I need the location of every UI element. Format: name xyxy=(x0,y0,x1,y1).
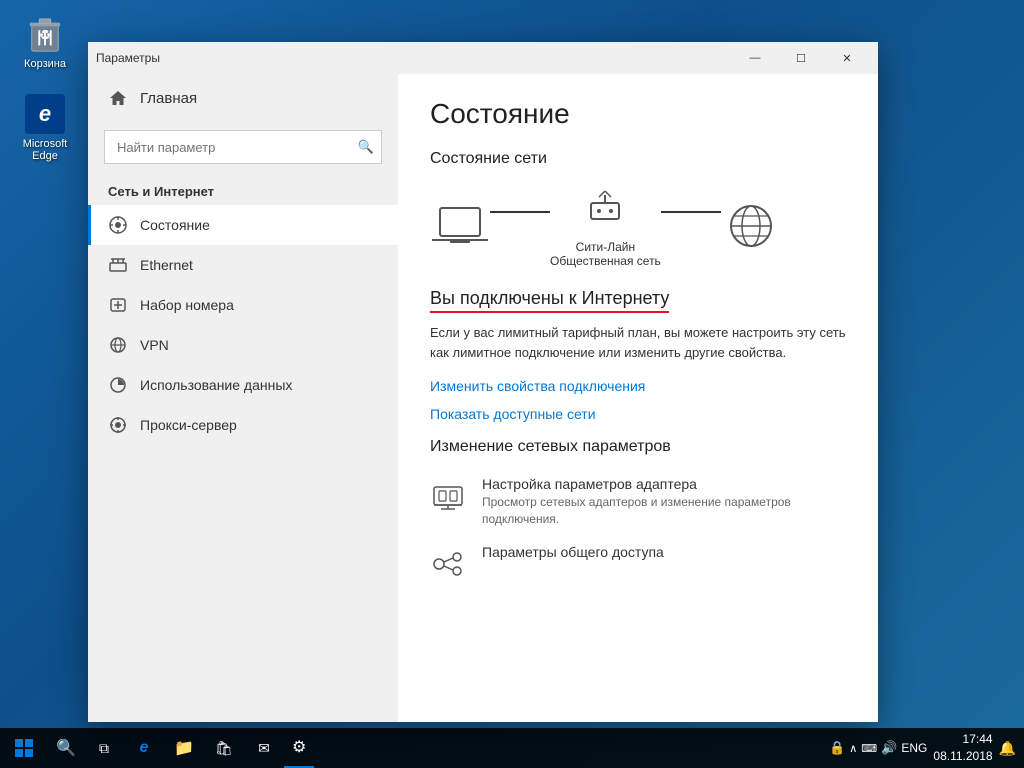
adapter-settings-desc: Просмотр сетевых адаптеров и изменение п… xyxy=(482,494,846,528)
taskbar-settings-icon: ⚙ xyxy=(292,737,306,757)
router-node: Сити-Лайн Общественная сеть xyxy=(550,184,661,268)
sharing-icon xyxy=(430,546,466,582)
taskbar-edge-button[interactable]: e xyxy=(124,728,164,768)
page-title: Состояние xyxy=(430,98,846,130)
taskbar-date-display: 08.11.2018 xyxy=(933,748,992,765)
recycle-bin-icon[interactable]: ♻ Корзина xyxy=(10,10,80,74)
sidebar-home-button[interactable]: Главная xyxy=(88,74,398,122)
sidebar-item-data-usage[interactable]: Использование данных xyxy=(88,365,398,405)
sidebar-item-proxy-label: Прокси-сервер xyxy=(140,417,237,433)
taskbar-clock[interactable]: 17:44 08.11.2018 xyxy=(933,731,992,765)
task-view-icon: ⧉ xyxy=(99,740,109,757)
taskbar-system-icons: 🔒 ∧ ⌨ 🔊 ENG xyxy=(829,740,927,756)
settings-window: Параметры — ☐ ✕ Главная xyxy=(88,42,878,722)
taskbar-time-display: 17:44 xyxy=(933,731,992,748)
connected-heading: Вы подключены к Интернету xyxy=(430,288,669,313)
taskbar-store-icon: 🛍 xyxy=(215,740,233,757)
taskbar-edge-icon: e xyxy=(140,739,149,757)
desktop: ♻ Корзина e Microsoft Edge Параметры — ☐… xyxy=(0,0,1024,768)
sidebar-item-dialup[interactable]: Набор номера xyxy=(88,285,398,325)
minimize-button[interactable]: — xyxy=(732,42,778,74)
status-icon xyxy=(108,215,128,235)
ethernet-icon xyxy=(108,255,128,275)
taskbar-mail-icon: ✉ xyxy=(258,740,270,757)
taskbar-volume-icon[interactable]: 🔊 xyxy=(881,740,897,756)
search-icon: 🔍 xyxy=(358,139,374,155)
sidebar-item-ethernet-label: Ethernet xyxy=(140,257,193,273)
edge-label-line1: Microsoft Edge xyxy=(14,138,76,162)
sidebar-item-status-label: Состояние xyxy=(140,217,210,233)
taskbar-keyboard-icon[interactable]: ⌨ xyxy=(861,742,877,755)
globe-icon xyxy=(721,201,781,251)
sharing-settings-content: Параметры общего доступа xyxy=(482,544,846,562)
edge-desktop-icon[interactable]: e Microsoft Edge xyxy=(10,90,80,166)
taskbar-network-icon[interactable]: 🔒 xyxy=(829,740,845,756)
adapter-icon xyxy=(430,478,466,514)
taskbar-mail-button[interactable]: ✉ xyxy=(244,728,284,768)
sidebar-section-title: Сеть и Интернет xyxy=(88,176,398,205)
close-button[interactable]: ✕ xyxy=(824,42,870,74)
network-name: Сити-Лайн Общественная сеть xyxy=(550,240,661,268)
link-networks[interactable]: Показать доступные сети xyxy=(430,406,846,422)
taskbar-store-button[interactable]: 🛍 xyxy=(204,728,244,768)
vpn-icon xyxy=(108,335,128,355)
internet-node xyxy=(721,201,781,251)
connected-description: Если у вас лимитный тарифный план, вы мо… xyxy=(430,323,846,362)
network-status-heading: Состояние сети xyxy=(430,150,846,168)
dialup-icon xyxy=(108,295,128,315)
sidebar: Главная 🔍 Сеть и Интернет xyxy=(88,74,398,722)
sharing-settings-item[interactable]: Параметры общего доступа xyxy=(430,536,846,590)
sidebar-item-vpn-label: VPN xyxy=(140,337,169,353)
windows-logo xyxy=(15,739,33,757)
proxy-icon xyxy=(108,415,128,435)
window-controls: — ☐ ✕ xyxy=(732,42,870,74)
taskbar-arrow-icon[interactable]: ∧ xyxy=(849,742,857,755)
recycle-bin-label: Корзина xyxy=(24,58,66,70)
sidebar-item-vpn[interactable]: VPN xyxy=(88,325,398,365)
sidebar-home-label: Главная xyxy=(140,90,197,107)
taskbar-explorer-button[interactable]: 📁 xyxy=(164,728,204,768)
sidebar-item-proxy[interactable]: Прокси-сервер xyxy=(88,405,398,445)
router-icon xyxy=(575,184,635,234)
window-body: Главная 🔍 Сеть и Интернет xyxy=(88,74,878,722)
taskbar: 🔍 ⧉ e 📁 🛍 ✉ ⚙ 🔒 ∧ xyxy=(0,728,1024,768)
sidebar-search-input[interactable] xyxy=(104,130,382,164)
window-titlebar: Параметры — ☐ ✕ xyxy=(88,42,878,74)
sidebar-item-status[interactable]: Состояние xyxy=(88,205,398,245)
content-area: Состояние Состояние сети xyxy=(398,74,878,722)
line1 xyxy=(490,211,550,213)
sidebar-item-dialup-label: Набор номера xyxy=(140,297,234,313)
sidebar-search-container: 🔍 xyxy=(104,130,382,164)
laptop-node xyxy=(430,201,490,251)
svg-text:♻: ♻ xyxy=(39,28,51,43)
line2 xyxy=(661,211,721,213)
notification-icon[interactable]: 🔔 xyxy=(999,740,1016,757)
network-diagram: Сити-Лайн Общественная сеть xyxy=(430,184,846,268)
start-button[interactable] xyxy=(0,728,48,768)
taskbar-explorer-icon: 📁 xyxy=(174,738,194,758)
data-usage-icon xyxy=(108,375,128,395)
adapter-settings-title: Настройка параметров адаптера xyxy=(482,476,846,492)
taskbar-lang-label[interactable]: ENG xyxy=(901,741,927,755)
maximize-button[interactable]: ☐ xyxy=(778,42,824,74)
taskbar-settings-button[interactable]: ⚙ xyxy=(284,728,314,768)
taskbar-search-icon: 🔍 xyxy=(56,738,76,758)
sharing-settings-title: Параметры общего доступа xyxy=(482,544,846,560)
adapter-settings-content: Настройка параметров адаптера Просмотр с… xyxy=(482,476,846,528)
laptop-icon xyxy=(430,201,490,251)
task-view-button[interactable]: ⧉ xyxy=(84,728,124,768)
link-properties[interactable]: Изменить свойства подключения xyxy=(430,378,846,394)
home-icon xyxy=(108,88,128,108)
window-title: Параметры xyxy=(96,51,732,65)
sidebar-item-ethernet[interactable]: Ethernet xyxy=(88,245,398,285)
taskbar-right: 🔒 ∧ ⌨ 🔊 ENG 17:44 08.11.2018 🔔 xyxy=(829,731,1024,765)
sidebar-item-data-usage-label: Использование данных xyxy=(140,377,292,393)
change-settings-heading: Изменение сетевых параметров xyxy=(430,438,846,456)
taskbar-search-button[interactable]: 🔍 xyxy=(48,728,84,768)
adapter-settings-item[interactable]: Настройка параметров адаптера Просмотр с… xyxy=(430,468,846,536)
